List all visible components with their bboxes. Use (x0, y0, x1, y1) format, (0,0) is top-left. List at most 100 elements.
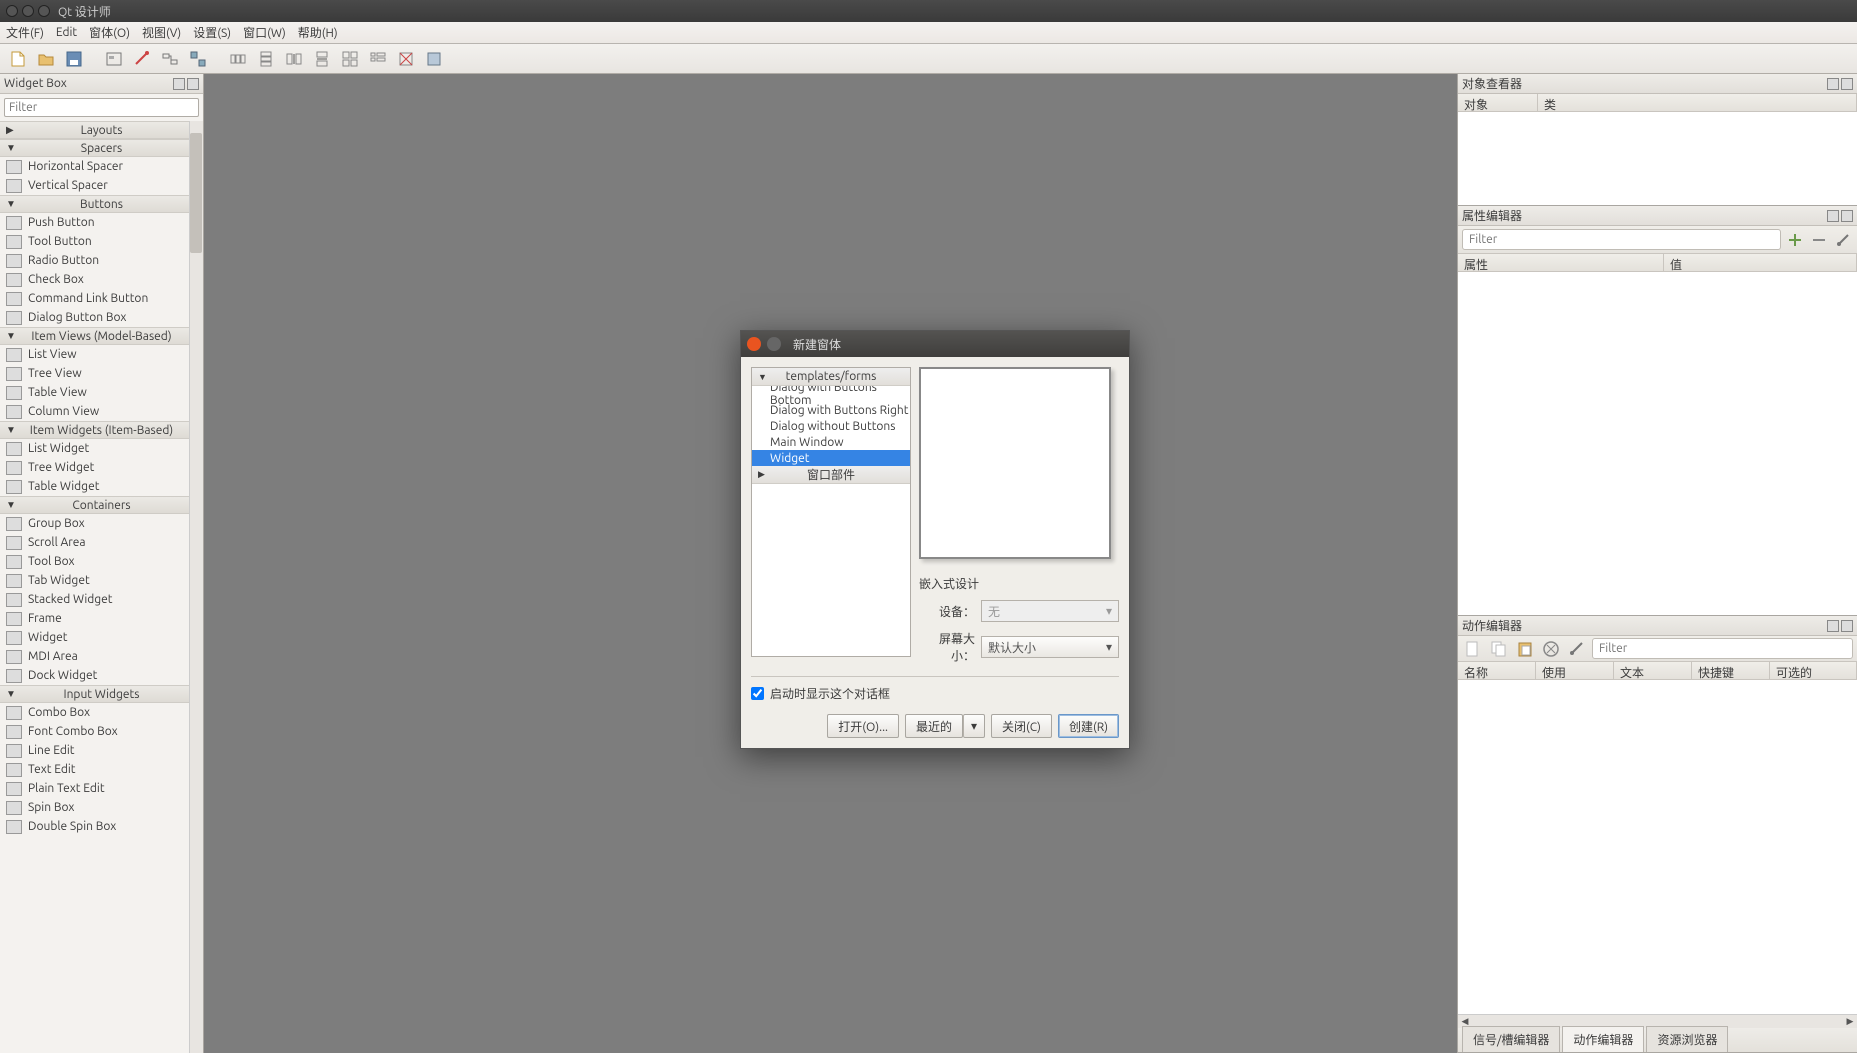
edit-signals-button[interactable] (130, 47, 154, 71)
widget-item[interactable]: Double Spin Box (0, 817, 203, 836)
paste-action-button[interactable] (1514, 638, 1536, 660)
property-config-button[interactable] (1833, 230, 1853, 250)
edit-buddies-button[interactable] (158, 47, 182, 71)
widget-category[interactable]: ▼Item Views (Model-Based) (0, 327, 203, 345)
widget-box-filter-input[interactable] (4, 98, 199, 117)
widget-item[interactable]: Table Widget (0, 477, 203, 496)
col-value[interactable]: 值 (1664, 254, 1857, 271)
layout-vsplitter-button[interactable] (310, 47, 334, 71)
widget-item[interactable]: Plain Text Edit (0, 779, 203, 798)
dock-restore-icon[interactable] (1827, 620, 1839, 632)
widget-item[interactable]: Column View (0, 402, 203, 421)
col-name[interactable]: 名称 (1458, 662, 1536, 679)
template-item[interactable]: Dialog with Buttons Bottom (752, 386, 910, 402)
dock-close-icon[interactable] (1841, 78, 1853, 90)
dock-close-icon[interactable] (1841, 620, 1853, 632)
menu-settings[interactable]: 设置(S) (193, 24, 231, 41)
widget-item[interactable]: Stacked Widget (0, 590, 203, 609)
widget-item[interactable]: Font Combo Box (0, 722, 203, 741)
widget-item[interactable]: Frame (0, 609, 203, 628)
template-item[interactable]: Dialog without Buttons (752, 418, 910, 434)
template-item[interactable]: Widget (752, 450, 910, 466)
widget-item[interactable]: Vertical Spacer (0, 176, 203, 195)
delete-action-button[interactable] (1540, 638, 1562, 660)
show-on-start-input[interactable] (751, 687, 764, 700)
widget-item[interactable]: Dialog Button Box (0, 308, 203, 327)
widget-item[interactable]: MDI Area (0, 647, 203, 666)
widget-item[interactable]: Tab Widget (0, 571, 203, 590)
dock-close-icon[interactable] (187, 78, 199, 90)
template-item[interactable]: Main Window (752, 434, 910, 450)
widget-box-tree[interactable]: ▶Layouts▼SpacersHorizontal SpacerVertica… (0, 121, 203, 1053)
widget-item[interactable]: Command Link Button (0, 289, 203, 308)
break-layout-button[interactable] (394, 47, 418, 71)
widget-category[interactable]: ▼Containers (0, 496, 203, 514)
layout-horizontal-button[interactable] (226, 47, 250, 71)
widget-item[interactable]: Line Edit (0, 741, 203, 760)
minimize-window-icon[interactable] (22, 5, 34, 17)
col-property[interactable]: 属性 (1458, 254, 1664, 271)
tab-action-editor[interactable]: 动作编辑器 (1562, 1026, 1644, 1052)
tab-signal-slot[interactable]: 信号/槽编辑器 (1462, 1026, 1560, 1052)
col-checkable[interactable]: 可选的 (1770, 662, 1857, 679)
device-combo[interactable]: 无▾ (981, 600, 1119, 622)
widget-item[interactable]: Combo Box (0, 703, 203, 722)
widget-box-scrollbar[interactable] (189, 121, 203, 1053)
maximize-window-icon[interactable] (38, 5, 50, 17)
widget-item[interactable]: Scroll Area (0, 533, 203, 552)
new-action-button[interactable] (1462, 638, 1484, 660)
col-object[interactable]: 对象 (1458, 94, 1538, 111)
show-on-start-checkbox[interactable]: 启动时显示这个对话框 (751, 685, 1119, 702)
tab-resource-browser[interactable]: 资源浏览器 (1646, 1026, 1728, 1052)
widget-item[interactable]: Text Edit (0, 760, 203, 779)
recent-button[interactable]: 最近的 (905, 714, 963, 738)
widget-category[interactable]: ▼Input Widgets (0, 685, 203, 703)
col-class[interactable]: 类 (1538, 94, 1857, 111)
widget-item[interactable]: Table View (0, 383, 203, 402)
save-file-button[interactable] (62, 47, 86, 71)
action-filter-input[interactable] (1592, 638, 1853, 659)
widget-category[interactable]: ▼Buttons (0, 195, 203, 213)
menu-view[interactable]: 视图(V) (142, 24, 181, 41)
widget-item[interactable]: Widget (0, 628, 203, 647)
widget-item[interactable]: Dock Widget (0, 666, 203, 685)
edit-widgets-button[interactable] (102, 47, 126, 71)
dialog-minimize-icon[interactable] (767, 337, 781, 351)
edit-tab-order-button[interactable] (186, 47, 210, 71)
menu-window[interactable]: 窗口(W) (243, 24, 286, 41)
widget-item[interactable]: Tree Widget (0, 458, 203, 477)
layout-form-button[interactable] (366, 47, 390, 71)
copy-action-button[interactable] (1488, 638, 1510, 660)
col-shortcut[interactable]: 快捷键 (1692, 662, 1770, 679)
widget-item[interactable]: List Widget (0, 439, 203, 458)
dialog-close-icon[interactable] (747, 337, 761, 351)
widget-category[interactable]: ▼Item Widgets (Item-Based) (0, 421, 203, 439)
widget-item[interactable]: List View (0, 345, 203, 364)
layout-grid-button[interactable] (338, 47, 362, 71)
templates-category[interactable]: ▼templates/forms (752, 368, 910, 386)
adjust-size-button[interactable] (422, 47, 446, 71)
recent-dropdown-button[interactable]: ▾ (963, 714, 985, 738)
menu-help[interactable]: 帮助(H) (298, 24, 338, 41)
menu-file[interactable]: 文件(F) (6, 24, 44, 41)
dock-close-icon[interactable] (1841, 210, 1853, 222)
widget-category[interactable]: ▼Spacers (0, 139, 203, 157)
widget-item[interactable]: Check Box (0, 270, 203, 289)
widget-item[interactable]: Push Button (0, 213, 203, 232)
widget-item[interactable]: Tool Button (0, 232, 203, 251)
widget-item[interactable]: Spin Box (0, 798, 203, 817)
template-item[interactable]: Dialog with Buttons Right (752, 402, 910, 418)
open-file-button[interactable] (34, 47, 58, 71)
object-inspector-body[interactable] (1458, 112, 1857, 205)
widget-item[interactable]: Group Box (0, 514, 203, 533)
remove-property-button[interactable] (1809, 230, 1829, 250)
screen-size-combo[interactable]: 默认大小▾ (981, 636, 1119, 658)
property-filter-input[interactable] (1462, 229, 1781, 250)
add-property-button[interactable] (1785, 230, 1805, 250)
widget-item[interactable]: Tool Box (0, 552, 203, 571)
col-used[interactable]: 使用 (1536, 662, 1614, 679)
dock-restore-icon[interactable] (173, 78, 185, 90)
open-button[interactable]: 打开(O)... (827, 714, 899, 738)
widgets-category[interactable]: ▶窗口部件 (752, 466, 910, 484)
widget-item[interactable]: Horizontal Spacer (0, 157, 203, 176)
